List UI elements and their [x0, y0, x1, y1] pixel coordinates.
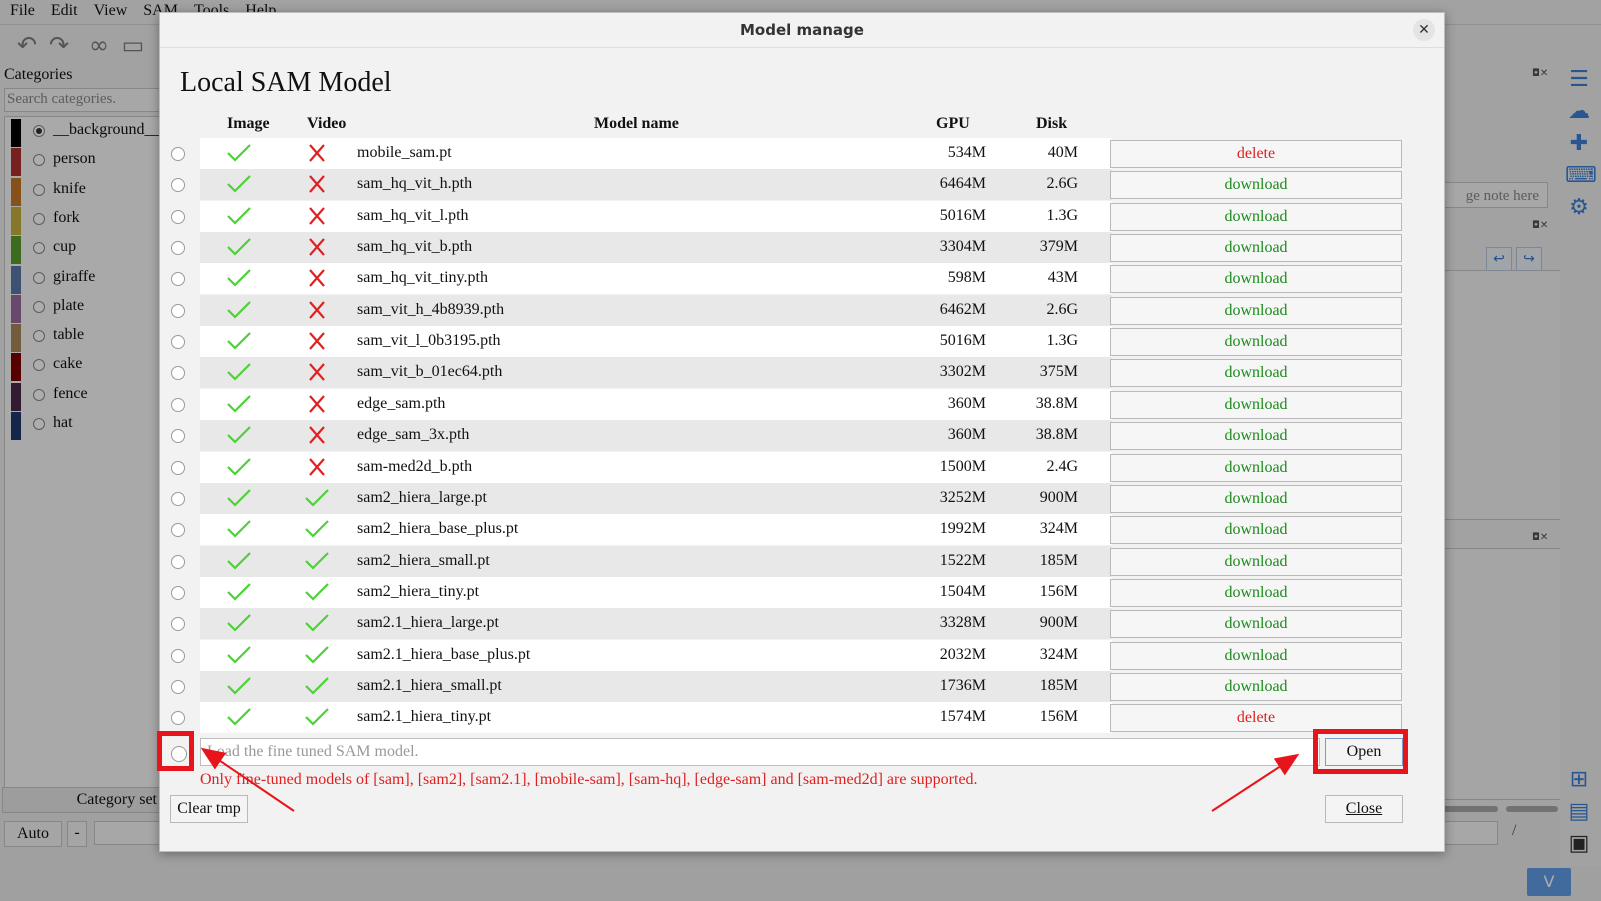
- arrow-to-open: [1211, 753, 1300, 812]
- annotation-arrows: [200, 747, 1300, 812]
- arrow-to-radio: [200, 747, 295, 812]
